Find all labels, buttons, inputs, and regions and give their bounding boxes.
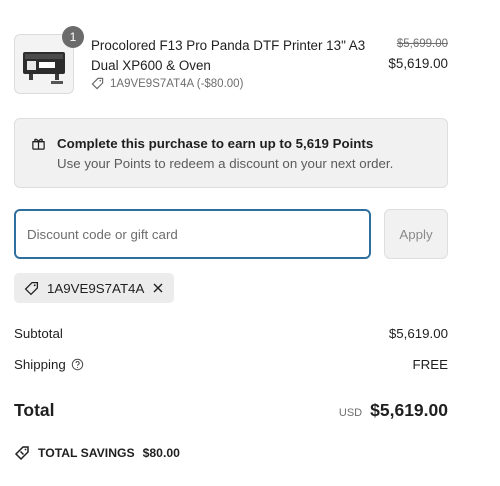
- quantity-badge: 1: [62, 26, 84, 48]
- savings-label: TOTAL SAVINGS: [38, 446, 135, 460]
- remove-code-close-icon[interactable]: [152, 282, 164, 294]
- product-discount-text: 1A9VE9S7AT4A (-$80.00): [110, 77, 244, 90]
- product-title: Procolored F13 Pro Panda DTF Printer 13"…: [91, 38, 366, 73]
- currency-code: USD: [338, 407, 363, 419]
- discounted-price: $5,619.00: [388, 56, 448, 71]
- shipping-label-group: Shipping: [14, 357, 84, 372]
- discount-code-input[interactable]: [14, 209, 371, 259]
- points-headline: Complete this purchase to earn up to 5,6…: [57, 136, 374, 151]
- product-discount-line: 1A9VE9S7AT4A (-$80.00): [91, 77, 243, 90]
- help-icon[interactable]: [71, 358, 84, 371]
- savings-tag-icon: [14, 445, 30, 461]
- applied-discount-chip: 1A9VE9S7AT4A: [14, 273, 175, 303]
- points-subtext: Use your Points to redeem a discount on …: [57, 156, 394, 171]
- tag-icon: [91, 77, 104, 90]
- savings-value: $80.00: [142, 446, 180, 460]
- total-amount-group: USD $5,619.00: [339, 400, 448, 421]
- apply-button[interactable]: Apply: [384, 209, 448, 259]
- applied-code-text: 1A9VE9S7AT4A: [47, 280, 145, 296]
- product-line: 1 Procolored F13 Pro Panda DTF Printer 1…: [14, 26, 448, 96]
- subtotal-value: $5,619.00: [388, 326, 448, 341]
- original-price: $5,699.00: [396, 38, 448, 50]
- total-savings-row: TOTAL SAVINGS $80.00: [14, 445, 180, 461]
- gift-icon: [31, 136, 46, 156]
- shipping-label: Shipping: [14, 357, 66, 372]
- subtotal-label: Subtotal: [14, 326, 63, 341]
- total-label: Total: [14, 400, 55, 420]
- points-banner: Complete this purchase to earn up to 5,6…: [14, 118, 448, 188]
- shipping-value: FREE: [412, 357, 448, 372]
- total-value: $5,619.00: [370, 400, 448, 420]
- tag-icon: [24, 281, 39, 296]
